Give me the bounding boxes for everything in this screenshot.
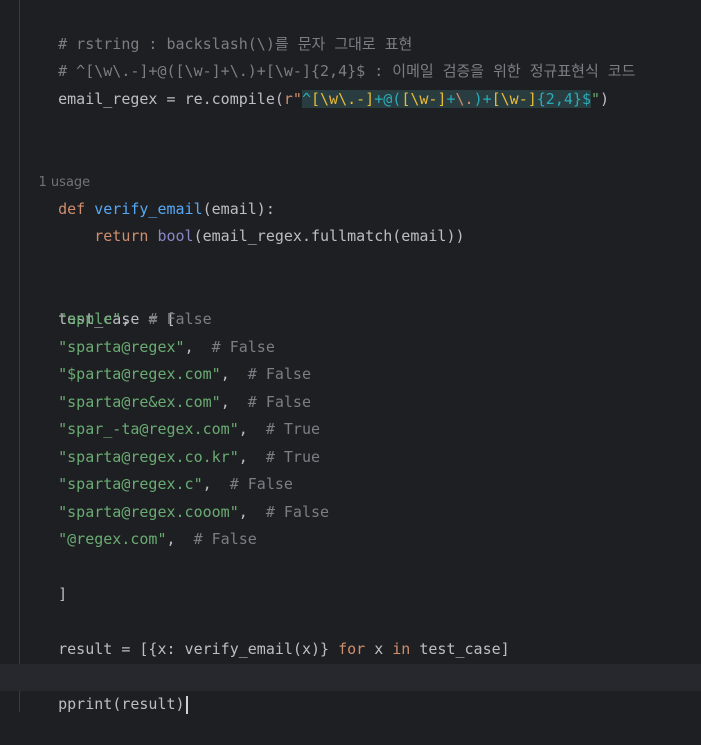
code-line-2[interactable]: # ^[\w\.-]+@([\w-]+\.)+[\w-]{2,4}$ : 이메일… (22, 31, 635, 80)
loop-var: x (365, 640, 393, 658)
code-line-return[interactable]: return bool(email_regex.fullmatch(email)… (22, 196, 464, 245)
code-line-3[interactable]: email_regex = re.compile(r"^[\w\.-]+@([\… (22, 59, 609, 108)
return-keyword: return (94, 227, 149, 245)
code-line-def[interactable]: def verify_email(email): (22, 169, 275, 218)
test-case-item[interactable]: "@regex.com", # False (22, 526, 257, 553)
test-case-string: "$parta@regex.com" (58, 365, 221, 383)
result-assign: result = [{x: verify_email(x)} (58, 640, 339, 658)
regex-assign-op: = (157, 90, 185, 108)
regex-pattern: ^[\w\.-]+@([\w-]+\.)+[\w-]{2,4}$ (301, 90, 591, 108)
in-keyword: in (392, 640, 411, 658)
pprint-call: pprint (58, 695, 113, 713)
test-case-string: "sparta@regex.co.kr" (58, 448, 239, 466)
text-cursor (185, 695, 188, 714)
test-case-string: "@regex.com" (58, 530, 167, 548)
raw-string-prefix: r" (283, 90, 302, 108)
regex-class-local: [\w\.-] (311, 90, 375, 108)
regex-at-group: +@( (374, 90, 402, 108)
test-case-sep: , (238, 420, 266, 438)
regex-group-close: )+ (473, 90, 492, 108)
regex-close-paren: ) (600, 90, 610, 108)
code-editor[interactable]: # rstring : backslash(\)를 문자 그대로 표현 # ^[… (0, 0, 701, 714)
pprint-args: (result) (112, 695, 185, 713)
test-case-item[interactable]: "sparta@regex.c", # False (22, 471, 293, 498)
test-case-comment: # True (265, 448, 321, 466)
test-case-item[interactable]: "spar_-ta@regex.com", # True (22, 416, 320, 443)
test-case-item[interactable]: "sparta@regex.cooom", # False (22, 499, 329, 526)
test-case-sep: , (121, 310, 149, 328)
test-case-item[interactable]: "$parta@regex.com", # False (22, 361, 311, 388)
regex-plus: + (446, 90, 456, 108)
code-line-test-case-close[interactable]: ] (22, 554, 67, 603)
test-case-comment: # False (193, 530, 257, 548)
test-case-comment: # False (229, 475, 293, 493)
test-case-comment: # False (247, 393, 311, 411)
test-case-item[interactable]: "apple", # False (22, 306, 212, 333)
usage-hint[interactable]: 1 usage (22, 142, 91, 190)
test-case-string: "spar_-ta@regex.com" (58, 420, 239, 438)
regex-var: email_regex (58, 90, 158, 108)
test-case-comment: # False (211, 338, 275, 356)
test-case-close: ] (58, 585, 68, 603)
regex-class-tld: [\w-] (491, 90, 537, 108)
test-case-string: "sparta@regex" (58, 338, 185, 356)
code-line-test-case-open[interactable]: test_case = [ (22, 279, 175, 328)
test-case-item[interactable]: "sparta@regex", # False (22, 334, 275, 361)
regex-anchor-end: $ (581, 90, 591, 108)
loop-iterable: test_case] (410, 640, 510, 658)
test-case-comment: # False (247, 365, 311, 383)
regex-quantifier: {2,4} (536, 90, 582, 108)
test-case-item[interactable]: "sparta@regex.co.kr", # True (22, 444, 320, 471)
test-case-string: "sparta@regex.cooom" (58, 503, 239, 521)
code-line-pprint[interactable]: pprint(result) (22, 664, 188, 714)
test-case-comment: # True (265, 420, 321, 438)
regex-compile-call: re.compile( (184, 90, 284, 108)
test-case-string: "sparta@regex.c" (58, 475, 203, 493)
code-line-result[interactable]: result = [{x: verify_email(x)} for x in … (22, 609, 510, 658)
test-case-sep: , (238, 448, 266, 466)
code-line-1[interactable]: # rstring : backslash(\)를 문자 그대로 표현 (22, 4, 412, 53)
test-case-sep: , (184, 338, 212, 356)
test-case-sep: , (166, 530, 194, 548)
regex-close-quote: " (590, 90, 600, 108)
test-case-string: "sparta@re&ex.com" (58, 393, 221, 411)
test-case-string: "apple" (58, 310, 122, 328)
bool-builtin: bool (157, 227, 194, 245)
test-case-comment: # False (265, 503, 330, 521)
for-keyword: for (338, 640, 366, 658)
gutter-divider (19, 0, 20, 712)
regex-escaped-dot: \. (455, 90, 474, 108)
regex-class-domain: [\w-] (401, 90, 447, 108)
test-case-item[interactable]: "sparta@re&ex.com", # False (22, 389, 311, 416)
test-case-sep: , (202, 475, 230, 493)
test-case-sep: , (238, 503, 266, 521)
test-case-sep: , (220, 365, 248, 383)
regex-anchor-start: ^ (301, 90, 311, 108)
return-expression: (email_regex.fullmatch(email)) (193, 227, 465, 245)
test-case-sep: , (220, 393, 248, 411)
test-case-comment: # False (148, 310, 212, 328)
